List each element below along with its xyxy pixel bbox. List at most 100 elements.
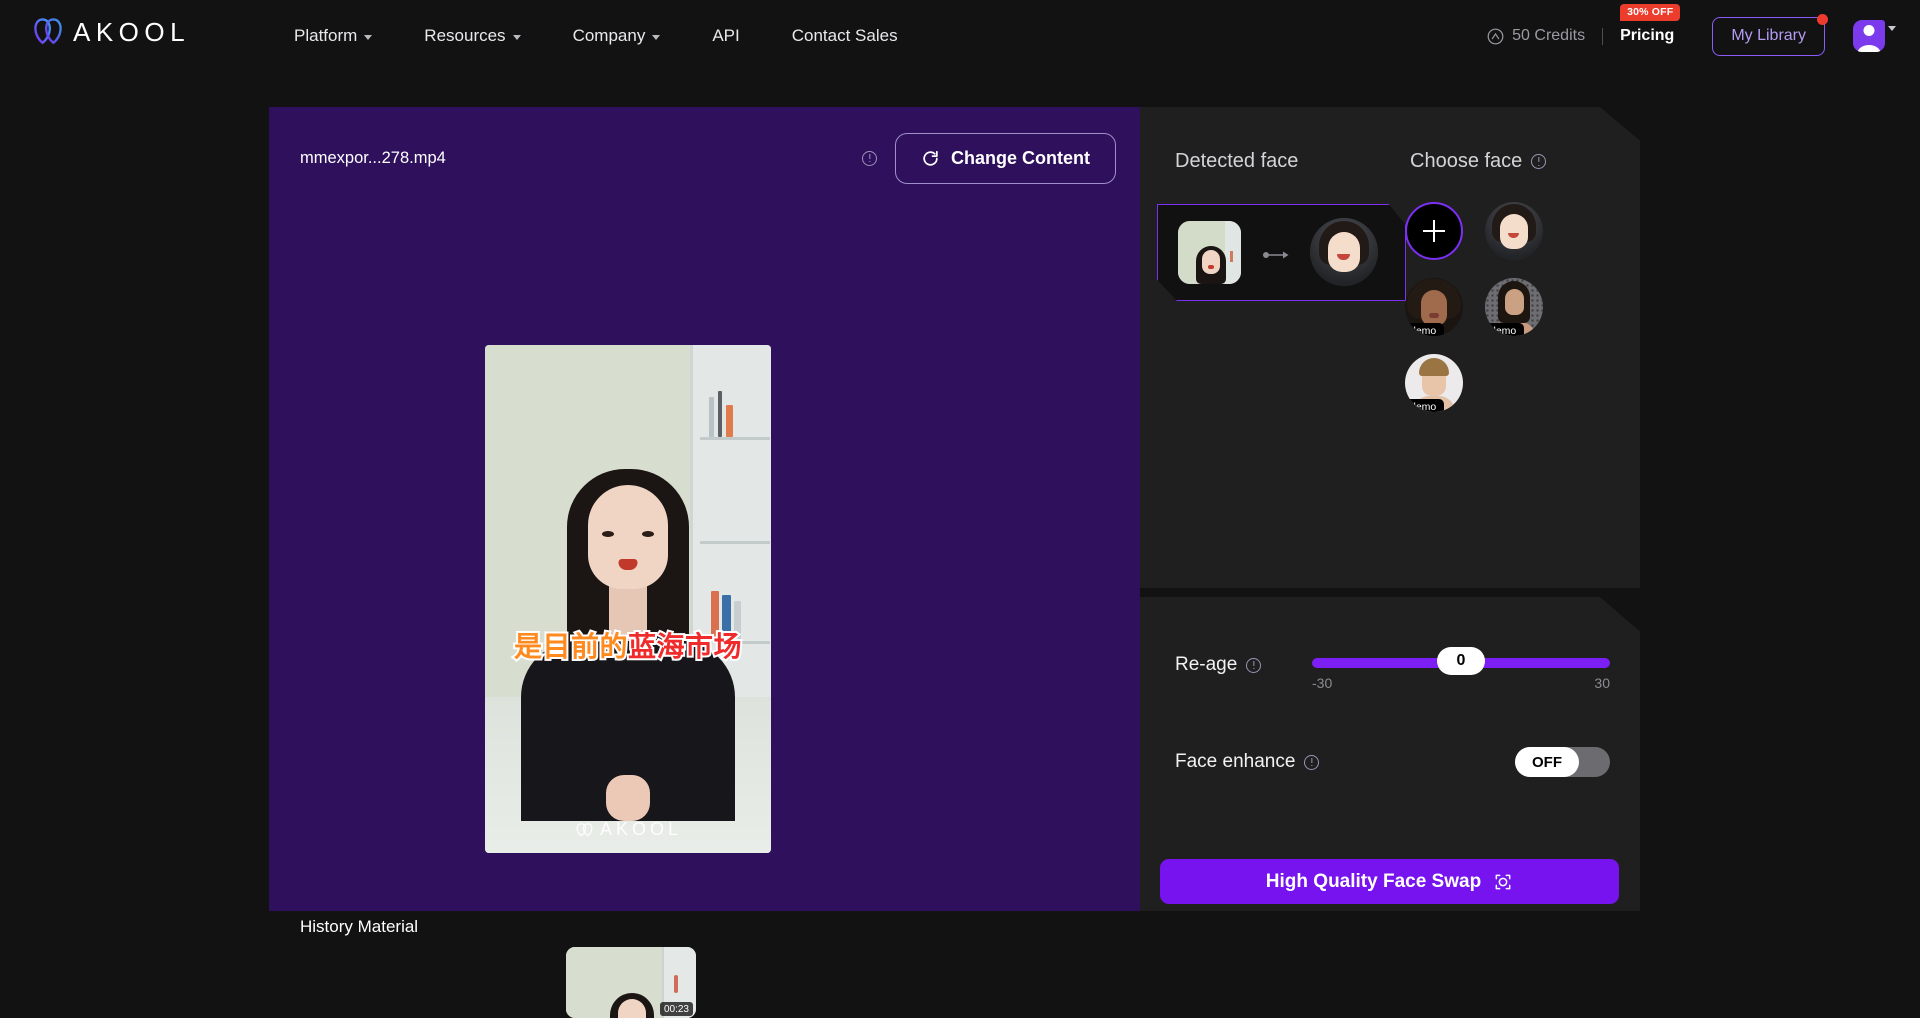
- faces-panel: Detected face Choose face demo demo demo: [1140, 107, 1640, 588]
- person-hand: [606, 775, 650, 821]
- akool-credit-icon: [1487, 28, 1504, 44]
- src-lips: [1208, 265, 1214, 269]
- face-skin: [1500, 214, 1528, 249]
- add-face-button[interactable]: [1405, 202, 1463, 260]
- face-enhance-toggle[interactable]: OFF: [1515, 747, 1610, 777]
- brand-logo[interactable]: AKOOL: [30, 14, 190, 50]
- nav-item-api[interactable]: API: [686, 0, 765, 72]
- info-icon[interactable]: [862, 150, 877, 166]
- akool-watermark-icon: [576, 823, 593, 837]
- face-skin: [1505, 289, 1524, 315]
- face-enhance-setting: Face enhance OFF: [1175, 744, 1610, 780]
- my-library-label: My Library: [1731, 26, 1806, 44]
- target-face: [1328, 232, 1360, 272]
- src-face: [1202, 250, 1220, 274]
- choose-face-title: Choose face: [1410, 150, 1547, 173]
- akool-logo-icon: [34, 18, 62, 45]
- face-skin: [1421, 290, 1447, 326]
- pricing-label: Pricing: [1620, 27, 1675, 44]
- avatar-head: [1863, 25, 1875, 36]
- reage-min-label: -30: [1312, 675, 1333, 691]
- nav-item-company[interactable]: Company: [547, 0, 687, 72]
- face-option-young-man[interactable]: demo: [1405, 354, 1463, 412]
- brand-logo-text: AKOOL: [73, 17, 191, 47]
- main-navigation: Platform Resources Company API Contact S…: [268, 0, 924, 72]
- info-icon[interactable]: [1246, 657, 1262, 673]
- credits-label: 50 Credits: [1512, 27, 1586, 44]
- reage-setting: Re-age 0 -30 30: [1175, 637, 1610, 693]
- settings-panel: Re-age 0 -30 30 Face enhance OFF High Qu…: [1140, 597, 1640, 911]
- shelf-divider: [700, 437, 770, 440]
- choose-face-grid: demo demo demo: [1405, 202, 1620, 412]
- video-preview[interactable]: 是目前的蓝海市场 AKOOL: [485, 345, 771, 853]
- header-right-cluster: 50 Credits 30% OFF Pricing My Library: [1487, 0, 1896, 72]
- detected-face-card[interactable]: [1157, 204, 1406, 301]
- shelf-divider: [700, 541, 770, 544]
- chevron-down-icon: [512, 35, 521, 40]
- video-watermark: AKOOL: [485, 819, 771, 840]
- video-subtitle: 是目前的蓝海市场: [485, 625, 771, 665]
- demo-badge: demo: [1485, 323, 1525, 336]
- credits-indicator[interactable]: 50 Credits: [1487, 27, 1585, 45]
- face-lips: [1429, 313, 1439, 318]
- pricing-link[interactable]: 30% OFF Pricing: [1620, 4, 1681, 45]
- nav-label: Platform: [294, 26, 358, 45]
- reage-slider-knob[interactable]: 0: [1437, 647, 1485, 675]
- nav-label: Resources: [424, 26, 506, 45]
- shelf-item: [726, 405, 733, 437]
- person-eye-right: [642, 531, 654, 537]
- subtitle-segment-1: 是目前的: [512, 628, 630, 665]
- avatar-body: [1857, 45, 1881, 52]
- plus-icon: [1432, 220, 1436, 242]
- face-enhance-label: Face enhance: [1175, 751, 1296, 772]
- notification-dot: [1817, 13, 1828, 25]
- change-content-button[interactable]: Change Content: [895, 132, 1116, 184]
- face-enhance-label-group: Face enhance: [1175, 751, 1320, 773]
- discount-badge: 30% OFF: [1620, 4, 1681, 21]
- toggle-knob: OFF: [1515, 747, 1579, 777]
- change-content-label: Change Content: [951, 147, 1090, 168]
- nav-item-resources[interactable]: Resources: [398, 0, 546, 72]
- history-duration-badge: 00:23: [659, 1002, 693, 1016]
- watermark-text: AKOOL: [599, 819, 683, 839]
- refresh-icon: [923, 150, 938, 166]
- file-actions: Change Content: [862, 132, 1116, 184]
- nav-label: API: [712, 26, 740, 45]
- face-option-dotted-bg-woman[interactable]: demo: [1485, 278, 1543, 336]
- chevron-down-icon: [1888, 26, 1896, 31]
- demo-badge: demo: [1405, 323, 1445, 336]
- my-library-button[interactable]: My Library: [1712, 13, 1828, 56]
- detected-face-title: Detected face: [1175, 150, 1299, 172]
- editor-panel: mmexpor...278.mp4 Change Content 是目前的蓝海市…: [269, 107, 1140, 1018]
- swap-arrow-icon: [1263, 251, 1289, 259]
- src-shelf: [1225, 221, 1241, 284]
- reage-label: Re-age: [1175, 654, 1238, 675]
- reage-label-group: Re-age: [1175, 654, 1262, 676]
- nav-item-contact-sales[interactable]: Contact Sales: [766, 0, 924, 72]
- detected-source-face: [1178, 221, 1241, 284]
- chevron-down-icon: [364, 35, 373, 40]
- face-option-curly-woman[interactable]: demo: [1405, 278, 1463, 336]
- user-avatar-icon: [1853, 20, 1885, 52]
- reage-max-label: 30: [1594, 675, 1610, 691]
- person-face: [588, 485, 668, 589]
- account-menu[interactable]: [1853, 20, 1896, 52]
- swap-button-label: High Quality Face Swap: [1265, 870, 1482, 892]
- subtitle-segment-2: 蓝海市场: [626, 628, 744, 665]
- info-icon[interactable]: [1531, 154, 1547, 169]
- nav-item-platform[interactable]: Platform: [268, 0, 398, 72]
- header-divider: [1602, 27, 1604, 45]
- detected-target-face: [1310, 218, 1378, 286]
- choose-face-label: Choose face: [1410, 150, 1523, 172]
- top-header: AKOOL Platform Resources Company API Con…: [0, 0, 1920, 72]
- history-material-item[interactable]: 00:23: [566, 947, 696, 1018]
- thumb-shelf-item: [674, 975, 678, 993]
- nav-label: Contact Sales: [791, 26, 898, 45]
- file-toolbar: mmexpor...278.mp4 Change Content: [300, 132, 1116, 184]
- chevron-down-icon: [652, 35, 661, 40]
- info-icon[interactable]: [1304, 754, 1320, 770]
- person-mouth: [618, 559, 638, 570]
- high-quality-face-swap-button[interactable]: High Quality Face Swap: [1160, 859, 1619, 904]
- face-option-headband-woman[interactable]: [1485, 202, 1543, 260]
- shelf-item: [709, 397, 714, 437]
